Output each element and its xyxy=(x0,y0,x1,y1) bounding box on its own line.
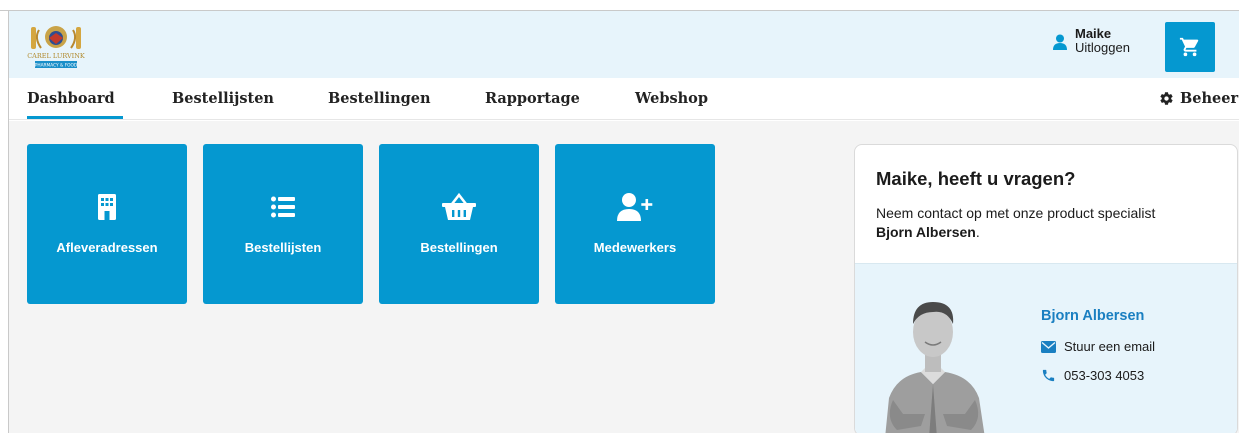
contact-card-title: Maike, heeft u vragen? xyxy=(876,168,1076,189)
contact-period: . xyxy=(975,224,980,240)
specialist-photo xyxy=(885,302,985,433)
basket-icon xyxy=(442,193,476,220)
envelope-icon xyxy=(1041,340,1056,353)
tile-medewerkers[interactable]: Medewerkers xyxy=(555,144,715,304)
nav-dashboard[interactable]: Dashboard xyxy=(27,90,115,107)
contact-card-bottom: Bjorn Albersen Stuur een email 053-303 4… xyxy=(855,263,1237,433)
tile-medewerkers-label: Medewerkers xyxy=(593,240,677,255)
tile-bestellingen-label: Bestellingen xyxy=(420,240,498,255)
tile-afleveradressen-label: Afleveradressen xyxy=(56,240,158,255)
tile-bestellingen[interactable]: Bestellingen xyxy=(379,144,539,304)
nav-rapportage[interactable]: Rapportage xyxy=(485,90,580,107)
contact-name: Bjorn Albersen xyxy=(1041,308,1145,324)
contact-phone: 053-303 4053 xyxy=(1064,368,1145,383)
tile-bestellijsten-label: Bestellijsten xyxy=(244,240,322,255)
tile-afleveradressen[interactable]: Afleveradressen xyxy=(27,144,187,304)
beheer-button[interactable]: Beheer xyxy=(1159,90,1238,107)
user-block: Maike Uitloggen xyxy=(1053,27,1130,55)
company-logo[interactable]: CAREL LURVINK PHARMACY & FOOD xyxy=(25,24,87,72)
cart-icon xyxy=(1179,37,1199,57)
contact-email-link[interactable]: Stuur een email xyxy=(1041,339,1155,354)
contact-phone-link[interactable]: 053-303 4053 xyxy=(1041,368,1144,383)
user-name: Maike xyxy=(1075,26,1112,41)
gear-icon xyxy=(1160,92,1173,105)
nav-bestellijsten[interactable]: Bestellijsten xyxy=(172,90,274,107)
header: CAREL LURVINK PHARMACY & FOOD Maike Uitl… xyxy=(9,11,1239,78)
list-icon xyxy=(271,196,295,218)
logo-subtext: PHARMACY & FOOD xyxy=(35,63,78,69)
logo-crest-icon: CAREL LURVINK PHARMACY & FOOD xyxy=(27,26,85,69)
logo-text: CAREL LURVINK xyxy=(27,52,85,60)
dashboard-content: Afleveradressen Bestellijsten Bestelling… xyxy=(9,121,1239,433)
contact-specialist-name: Bjorn Albersen xyxy=(876,224,976,240)
cart-button[interactable] xyxy=(1165,22,1215,72)
contact-intro: Neem contact op met onze product special… xyxy=(876,205,1156,221)
main-nav: Dashboard Bestellijsten Bestellingen Rap… xyxy=(9,78,1239,120)
contact-email-label: Stuur een email xyxy=(1064,339,1156,354)
beheer-label: Beheer xyxy=(1180,90,1239,107)
tile-bestellijsten[interactable]: Bestellijsten xyxy=(203,144,363,304)
nav-active-indicator xyxy=(27,116,123,119)
phone-icon xyxy=(1042,369,1055,382)
nav-bestellingen[interactable]: Bestellingen xyxy=(328,90,431,107)
user-plus-icon xyxy=(617,193,653,221)
contact-card: Maike, heeft u vragen? Neem contact op m… xyxy=(854,144,1238,433)
building-icon xyxy=(98,194,116,220)
contact-card-text: Neem contact op met onze product special… xyxy=(876,204,1226,242)
logout-link[interactable]: Uitloggen xyxy=(1075,41,1130,55)
nav-webshop[interactable]: Webshop xyxy=(635,90,708,107)
user-icon xyxy=(1053,34,1067,50)
